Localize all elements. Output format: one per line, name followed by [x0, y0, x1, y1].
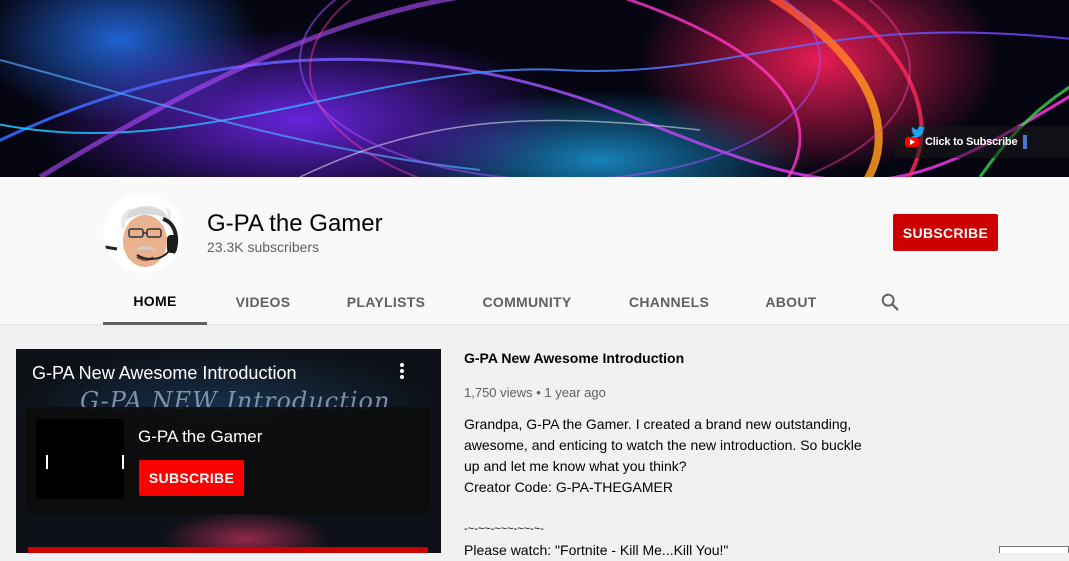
- tab-community[interactable]: COMMUNITY: [471, 279, 583, 325]
- tab-videos[interactable]: VIDEOS: [219, 279, 307, 325]
- youtube-icon: [905, 137, 919, 147]
- search-icon[interactable]: [879, 291, 901, 313]
- partial-dropdown[interactable]: [999, 546, 1069, 553]
- video-description: Grandpa, G-PA the Gamer. I created a bra…: [464, 414, 884, 561]
- description-watch-line[interactable]: Please watch: "Fortnite - Kill Me...Kill…: [464, 540, 884, 561]
- banner-links[interactable]: Click to Subscribe: [895, 126, 1069, 158]
- player-video-title[interactable]: G-PA New Awesome Introduction: [32, 363, 296, 384]
- subscribe-button[interactable]: SUBSCRIBE: [893, 214, 998, 251]
- video-progress-bar[interactable]: [28, 547, 428, 553]
- link-icon-partial[interactable]: [1023, 135, 1028, 149]
- twitter-icon[interactable]: [911, 126, 925, 138]
- avatar-illustration: [103, 193, 183, 273]
- channel-banner: Click to Subscribe: [0, 0, 1069, 177]
- endcard-subscribe-card[interactable]: G-PA the Gamer SUBSCRIBE: [26, 407, 430, 514]
- tab-playlists[interactable]: PLAYLISTS: [335, 279, 437, 325]
- endcard-channel-name[interactable]: G-PA the Gamer: [138, 427, 262, 447]
- featured-video-info: G-PA New Awesome Introduction 1,750 view…: [464, 349, 884, 561]
- description-line: Creator Code: G-PA-THEGAMER: [464, 479, 674, 495]
- description-line: awesome, and enticing to watch the new i…: [464, 437, 862, 453]
- featured-video-player[interactable]: G-PA NEW Introduction G-PA New Awesome I…: [16, 349, 441, 553]
- description-line: up and let me know what you think?: [464, 458, 687, 474]
- endcard-avatar[interactable]: [36, 419, 124, 499]
- channel-avatar[interactable]: [103, 193, 183, 273]
- video-meta: 1,750 views • 1 year ago: [464, 385, 606, 400]
- channel-header: G-PA the Gamer 23.3K subscribers SUBSCRI…: [0, 177, 1069, 325]
- tab-home[interactable]: HOME: [103, 279, 207, 325]
- channel-name: G-PA the Gamer: [207, 210, 383, 237]
- banner-subscribe-link[interactable]: Click to Subscribe: [925, 136, 1018, 148]
- tab-channels[interactable]: CHANNELS: [619, 279, 719, 325]
- featured-video-title[interactable]: G-PA New Awesome Introduction: [464, 350, 884, 366]
- subscriber-count: 23.3K subscribers: [207, 239, 320, 255]
- more-vert-icon[interactable]: [399, 363, 405, 381]
- tab-about[interactable]: ABOUT: [755, 279, 827, 325]
- description-line: Grandpa, G-PA the Gamer. I created a bra…: [464, 416, 852, 432]
- endcard-subscribe-button[interactable]: SUBSCRIBE: [139, 460, 244, 496]
- description-separator: -~-~~-~~~-~~-~-: [464, 523, 544, 535]
